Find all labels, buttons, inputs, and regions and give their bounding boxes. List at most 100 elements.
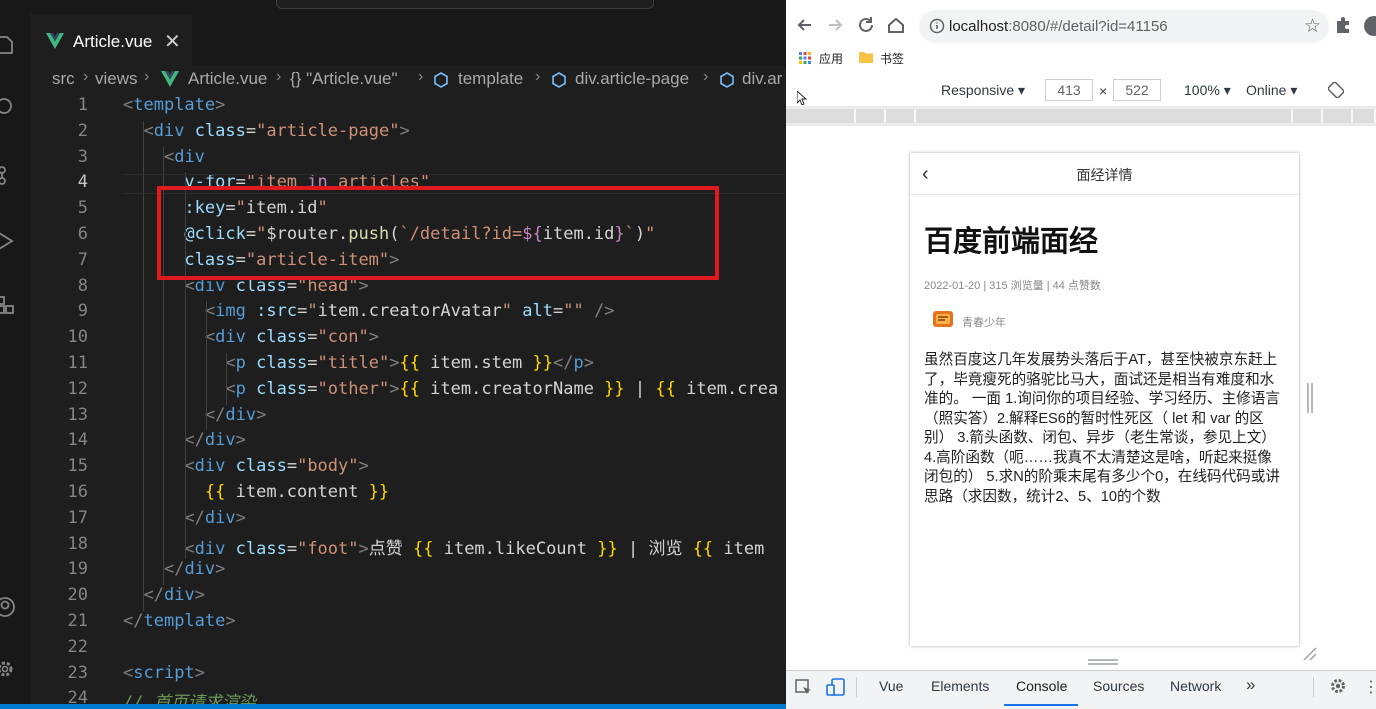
run-debug-icon[interactable] xyxy=(0,230,16,252)
code-token: 点赞 xyxy=(368,538,413,559)
rotate-icon[interactable] xyxy=(1327,81,1345,101)
code-token: {{ xyxy=(204,482,226,502)
code-line[interactable]: </template> xyxy=(123,611,236,631)
ruler-segment[interactable] xyxy=(856,109,886,123)
code-token: > xyxy=(583,353,594,373)
breadcrumb-item[interactable]: div.article-page xyxy=(575,69,689,89)
ruler-segment[interactable] xyxy=(1353,109,1376,123)
tab-vue[interactable]: Vue xyxy=(879,678,903,694)
explorer-icon[interactable] xyxy=(0,34,16,56)
device-select[interactable]: Responsive ▾ xyxy=(941,82,1025,99)
height-input[interactable]: 522 xyxy=(1113,79,1161,101)
account-icon[interactable] xyxy=(0,596,16,618)
bookmark-apps[interactable]: 应用 xyxy=(819,50,843,67)
forward-arrow-icon[interactable] xyxy=(825,15,845,35)
ruler-segment[interactable] xyxy=(916,109,1293,123)
code-token: {{ xyxy=(399,378,420,399)
breadcrumb-item[interactable]: div.ar xyxy=(742,69,782,89)
home-icon[interactable] xyxy=(886,15,906,35)
tab-article-vue[interactable]: Article.vue ✕ xyxy=(30,14,192,66)
code-line[interactable]: <script> xyxy=(123,663,205,683)
code-line[interactable]: <div class="article-page"> xyxy=(123,120,410,141)
settings-gear-icon[interactable] xyxy=(0,658,16,680)
tab-sources[interactable]: Sources xyxy=(1093,678,1144,694)
code-line[interactable]: <img :src="item.creatorAvatar" alt="" /> xyxy=(123,301,615,322)
code-token: {{ xyxy=(399,353,420,373)
breadcrumb-item[interactable]: {} "Article.vue" xyxy=(290,69,398,89)
code-line[interactable]: </div> xyxy=(123,585,204,605)
code-token: :src xyxy=(256,301,298,322)
code-token: div xyxy=(174,146,205,167)
resize-corner-icon[interactable] xyxy=(1303,647,1317,661)
vue-file-icon xyxy=(161,71,179,92)
bookmark-star-icon[interactable]: ☆ xyxy=(1304,15,1321,38)
source-control-icon[interactable] xyxy=(0,164,16,186)
line-number: 12 xyxy=(67,378,88,399)
line-number: 23 xyxy=(67,662,88,683)
line-number: 11 xyxy=(67,353,88,373)
tab-elements[interactable]: Elements xyxy=(931,678,989,694)
throttle-select[interactable]: Online ▾ xyxy=(1246,82,1297,99)
chevron-right-icon: › xyxy=(83,68,89,85)
code-line[interactable]: <div class="foot">点赞 {{ item.likeCount }… xyxy=(123,534,764,559)
search-icon[interactable] xyxy=(0,96,16,118)
folder-icon xyxy=(859,50,873,68)
settings-gear-icon[interactable] xyxy=(1329,677,1347,698)
line-number: 20 xyxy=(67,585,88,606)
zoom-select[interactable]: 100% ▾ xyxy=(1184,82,1231,99)
resize-handle-right[interactable] xyxy=(1306,383,1314,413)
url-path: :8080/#/detail?id=41156 xyxy=(1008,18,1168,35)
extensions-puzzle-icon[interactable] xyxy=(1334,16,1352,39)
code-line[interactable]: </div> xyxy=(123,559,225,579)
ruler-segment[interactable] xyxy=(786,109,856,123)
code-token: " xyxy=(501,301,513,322)
resize-handle-bottom[interactable] xyxy=(1088,653,1118,665)
line-number: 19 xyxy=(67,559,88,580)
ruler-segment[interactable] xyxy=(1323,109,1353,123)
code-token: > xyxy=(399,120,410,141)
code-token: {{ xyxy=(655,378,676,399)
code-line[interactable]: <div class="con"> xyxy=(123,327,379,347)
bookmark-folder[interactable]: 书签 xyxy=(880,50,904,67)
code-token: = xyxy=(286,538,298,559)
apps-grid-icon[interactable] xyxy=(799,51,811,69)
info-icon[interactable] xyxy=(929,18,945,39)
breadcrumb-item[interactable]: template xyxy=(458,69,523,89)
breadcrumb-item[interactable]: views xyxy=(95,69,138,89)
ruler-segment[interactable] xyxy=(1293,109,1323,123)
inspect-element-icon[interactable] xyxy=(795,679,813,700)
device-toggle-icon[interactable] xyxy=(826,677,846,700)
code-token: template xyxy=(143,611,226,631)
width-input[interactable]: 413 xyxy=(1045,79,1093,101)
code-token: script xyxy=(133,662,195,683)
tab-console[interactable]: Console xyxy=(1016,678,1067,694)
more-tabs-icon[interactable]: » xyxy=(1246,675,1255,695)
tab-network[interactable]: Network xyxy=(1170,678,1221,694)
code-token: > xyxy=(358,456,369,477)
page-nav-title: 面经详情 xyxy=(1076,167,1133,183)
code-line[interactable]: <p class="other">{{ item.creatorName }} … xyxy=(123,379,778,399)
close-icon[interactable]: ✕ xyxy=(164,29,181,54)
extensions-icon[interactable] xyxy=(0,294,16,316)
back-arrow-icon[interactable] xyxy=(795,15,815,35)
reload-icon[interactable] xyxy=(856,15,876,35)
code-line[interactable]: <div class="body"> xyxy=(123,456,369,477)
breadcrumb-item[interactable]: Article.vue xyxy=(188,69,267,89)
divider xyxy=(856,677,857,697)
profile-avatar[interactable] xyxy=(1364,16,1376,36)
code-line[interactable]: <template> xyxy=(123,95,225,115)
command-center[interactable] xyxy=(276,0,654,9)
chevron-right-icon: › xyxy=(276,68,282,85)
code-line[interactable]: <p class="title">{{ item.stem }}</p> xyxy=(123,353,594,373)
breadcrumb-item[interactable]: src xyxy=(52,69,75,89)
code-token: item.creatorAvatar xyxy=(317,301,502,322)
address-bar[interactable]: localhost:8080/#/detail?id=41156 ☆ xyxy=(919,10,1329,43)
ruler-segment[interactable] xyxy=(886,109,916,123)
more-options-icon[interactable]: ⋮ xyxy=(1363,677,1376,697)
code-token: </ xyxy=(184,430,205,451)
code-line[interactable]: </div> xyxy=(123,405,266,425)
activity-bar xyxy=(0,0,30,709)
